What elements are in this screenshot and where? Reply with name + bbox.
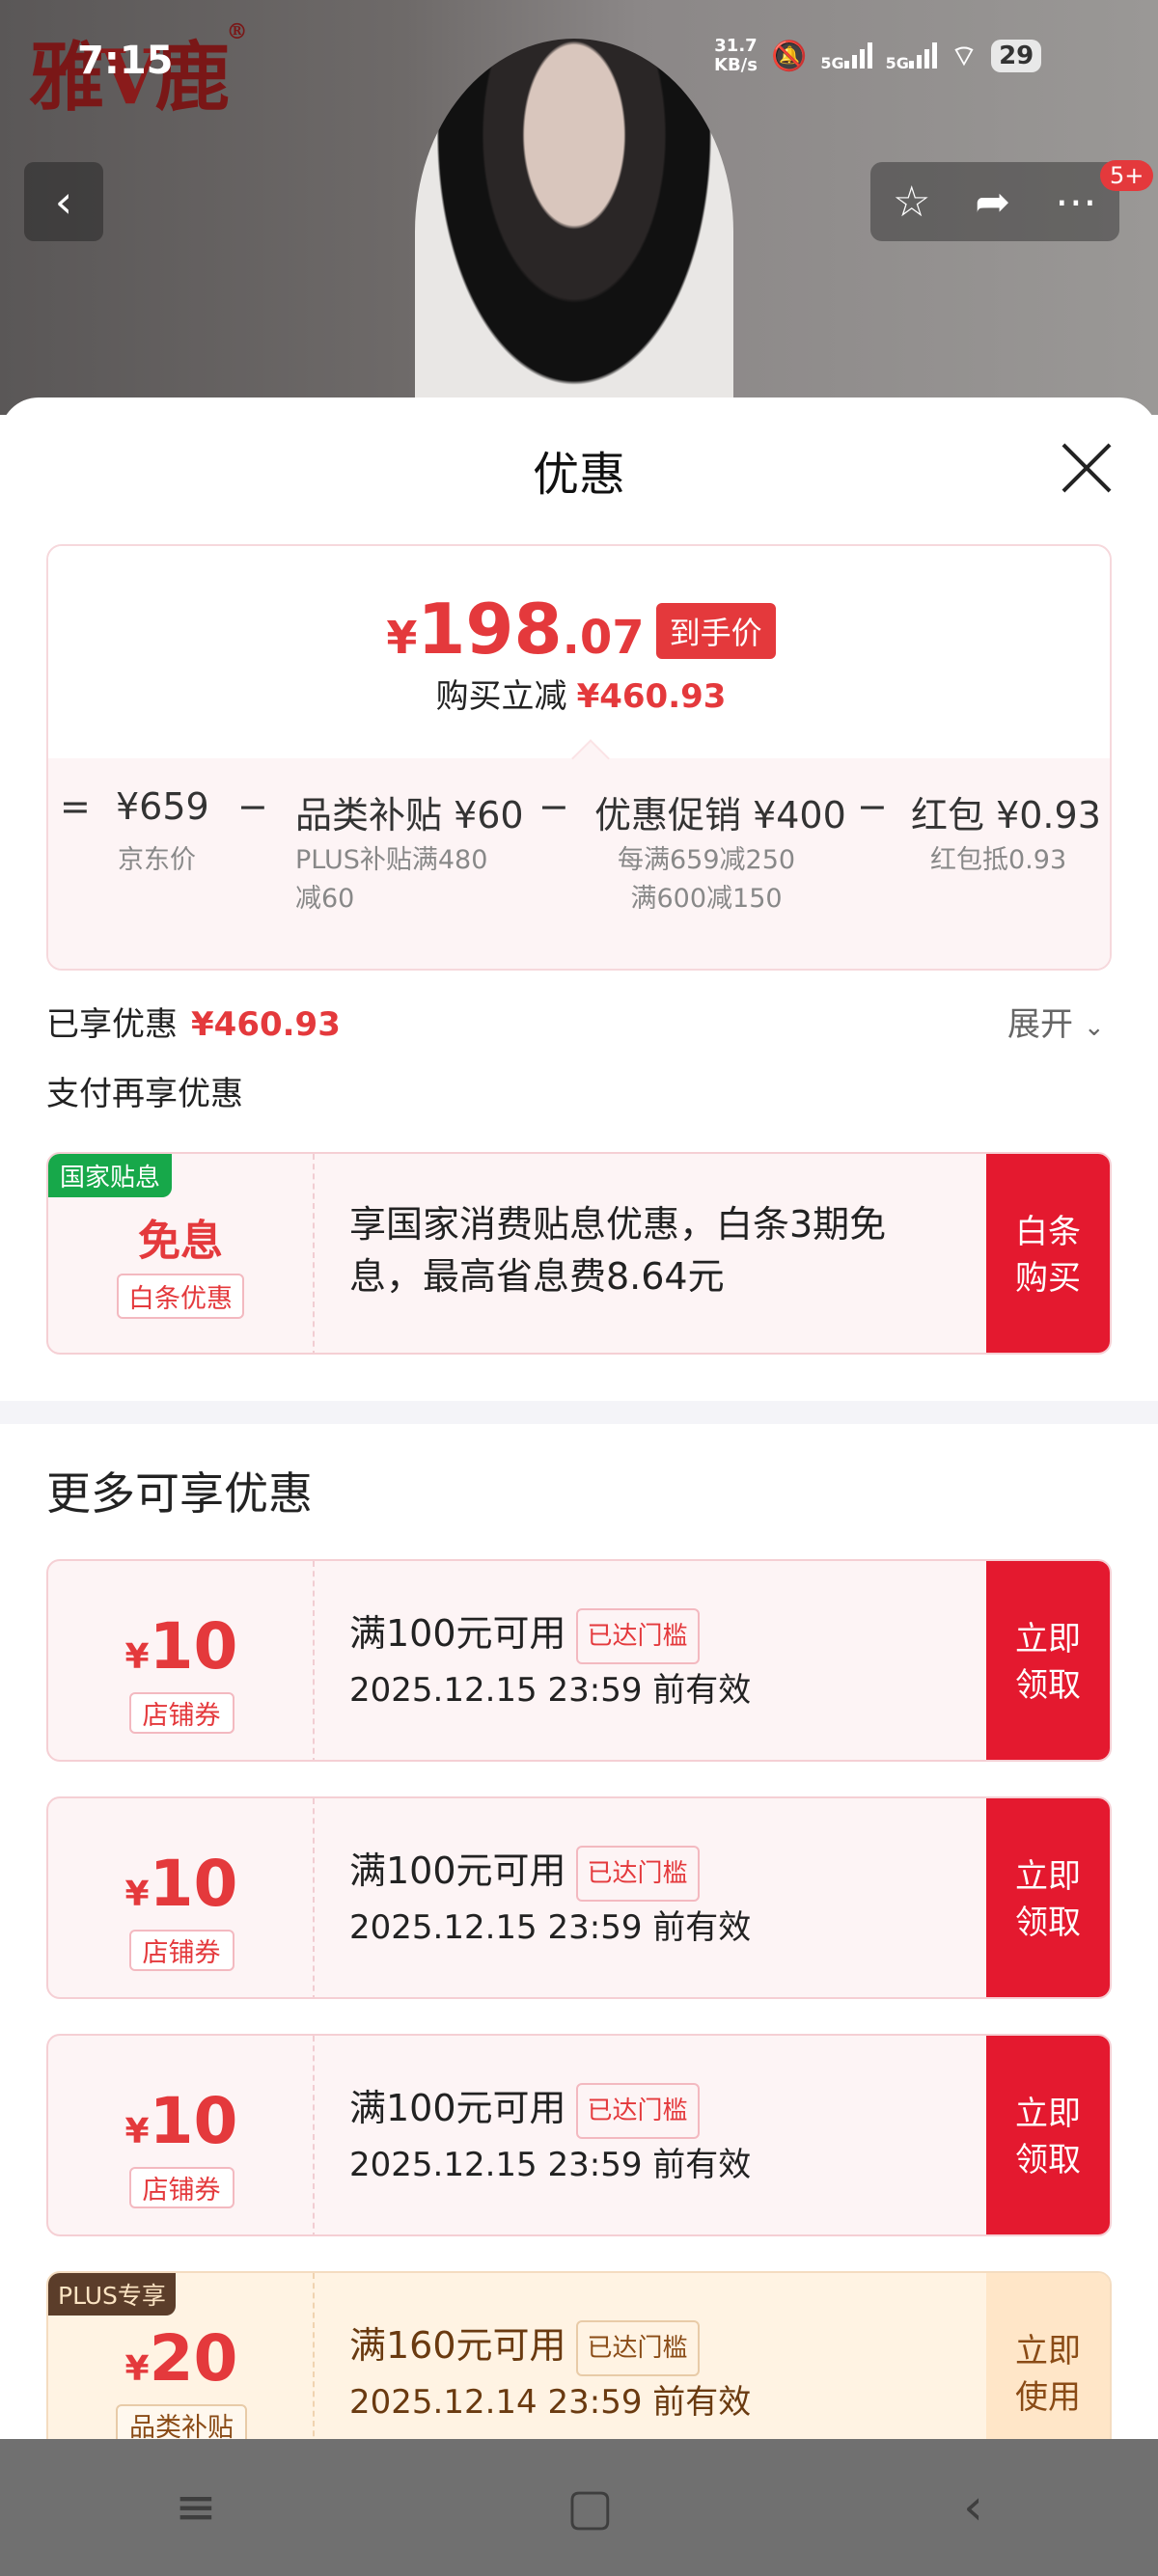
threshold-reached-tag: 已达门槛	[575, 1845, 700, 1902]
close-icon[interactable]	[1060, 441, 1114, 495]
store-coupon: ¥10 店铺券 满100元可用 已达门槛 2025.12.15 23:59 前有效…	[46, 1796, 1112, 1999]
sheet-title: 优惠	[532, 448, 625, 502]
back-icon[interactable]: ‹	[963, 2479, 983, 2536]
minus-sign: −	[857, 785, 888, 828]
coupon-validity: 2025.12.15 23:59 前有效	[349, 1670, 752, 1710]
threshold-reached-tag: 已达门槛	[575, 2319, 700, 2376]
threshold-reached-tag: 已达门槛	[575, 1607, 700, 1664]
category-subsidy: 品类补贴 ¥60	[295, 794, 524, 836]
chevron-left-icon: ‹	[54, 176, 73, 228]
coupon-amount: ¥10	[124, 1847, 238, 1921]
more-offers-title: 更多可享优惠	[46, 1467, 313, 1520]
price-breakdown-card: ¥198.07 到手价 购买立减 ¥460.93 = ¥659 京东价 − 品类补…	[46, 544, 1112, 971]
back-button[interactable]: ‹	[24, 162, 103, 241]
equals-sign: =	[60, 785, 91, 828]
final-price-tag: 到手价	[655, 603, 776, 659]
claim-button[interactable]: 立即 领取	[986, 1798, 1110, 1997]
coupon-amount: ¥10	[124, 2084, 238, 2158]
coupon-condition: 满160元可用	[349, 2324, 566, 2367]
coupon-validity: 2025.12.15 23:59 前有效	[349, 2145, 752, 2184]
store-coupon: ¥10 店铺券 满100元可用 已达门槛 2025.12.15 23:59 前有效…	[46, 2034, 1112, 2236]
coupon-type: 店铺券	[128, 1930, 234, 1971]
coupon-condition: 满100元可用	[349, 1612, 566, 1655]
pay-again-title: 支付再享优惠	[46, 1075, 243, 1113]
coupon-type: 店铺券	[128, 1692, 234, 1734]
red-packet-detail: 红包抵0.93	[930, 845, 1067, 875]
red-packet: 红包 ¥0.93	[911, 794, 1101, 836]
chevron-down-icon: ⌄	[1083, 1013, 1105, 1042]
menu-icon[interactable]: ≡	[175, 2479, 217, 2536]
promotion: 优惠促销 ¥400	[594, 794, 846, 836]
coupon-amount: ¥20	[124, 2321, 238, 2396]
baitiao-desc: 享国家消费贴息优惠，白条3期免 息，最高省息费8.64元	[349, 1203, 887, 1298]
mute-bell-icon: 🔕	[770, 39, 808, 73]
share-icon[interactable]: ➦	[975, 178, 1010, 227]
coupon-type: 店铺券	[128, 2167, 234, 2208]
baitiao-coupon: 国家贴息 免息 白条优惠 享国家消费贴息优惠，白条3期免 息，最高省息费8.64…	[46, 1152, 1112, 1355]
coupon-validity: 2025.12.14 23:59 前有效	[349, 2382, 752, 2422]
claim-button[interactable]: 立即 领取	[986, 1561, 1110, 1760]
signal-icon-2: 5G	[886, 40, 937, 73]
wifi-icon: ⌔	[950, 40, 979, 73]
status-time: 7:15	[77, 39, 174, 83]
star-icon[interactable]: ☆	[893, 178, 930, 227]
more-icon[interactable]: ⋯	[1055, 178, 1097, 227]
jd-price: ¥659	[116, 785, 209, 828]
interest-free-title: 免息	[138, 1217, 223, 1266]
minus-sign: −	[237, 785, 268, 828]
coupon-condition: 满100元可用	[349, 2087, 566, 2129]
category-subsidy-detail: PLUS补贴满480 减60	[295, 845, 488, 914]
section-divider	[0, 1401, 1158, 1424]
promotion-detail: 每满659减250 满600减150	[618, 845, 796, 914]
signal-icon: 5G	[820, 40, 872, 73]
final-price: ¥198.07	[386, 589, 645, 670]
home-icon[interactable]: ▢	[566, 2479, 614, 2536]
enjoyed-discount: 已享优惠 ¥460.93	[46, 1005, 341, 1044]
baitiao-buy-button[interactable]: 白条 购买	[986, 1154, 1110, 1353]
notification-badge: 5+	[1100, 160, 1154, 191]
expand-button[interactable]: 展开 ⌄	[1007, 998, 1105, 1045]
store-coupon: ¥10 店铺券 满100元可用 已达门槛 2025.12.15 23:59 前有效…	[46, 1559, 1112, 1762]
threshold-reached-tag: 已达门槛	[575, 2082, 700, 2139]
baitiao-tag: 白条优惠	[117, 1274, 244, 1319]
coupon-amount: ¥10	[124, 1609, 238, 1684]
discount-sheet: 优惠 ¥198.07 到手价 购买立减 ¥460.93 = ¥659 京东价 − …	[0, 397, 1158, 2576]
network-speed: 31.7 KB/s	[714, 36, 758, 75]
status-icons: 31.7 KB/s 🔕 5G 5G ⌔ 29	[714, 36, 1042, 75]
jd-price-label: 京东价	[118, 845, 196, 875]
status-bar: 7:15 31.7 KB/s 🔕 5G 5G ⌔ 29	[0, 0, 1158, 106]
buy-off-line: 购买立减 ¥460.93	[435, 677, 727, 716]
coupon-condition: 满100元可用	[349, 1850, 566, 1892]
battery-icon: 29	[991, 40, 1042, 72]
minus-sign: −	[538, 785, 569, 828]
system-nav-bar: ≡ ▢ ‹	[0, 2439, 1158, 2576]
top-actions: ☆ ➦ ⋯	[870, 162, 1119, 241]
claim-button[interactable]: 立即 领取	[986, 2036, 1110, 2234]
coupon-validity: 2025.12.15 23:59 前有效	[349, 1907, 752, 1947]
